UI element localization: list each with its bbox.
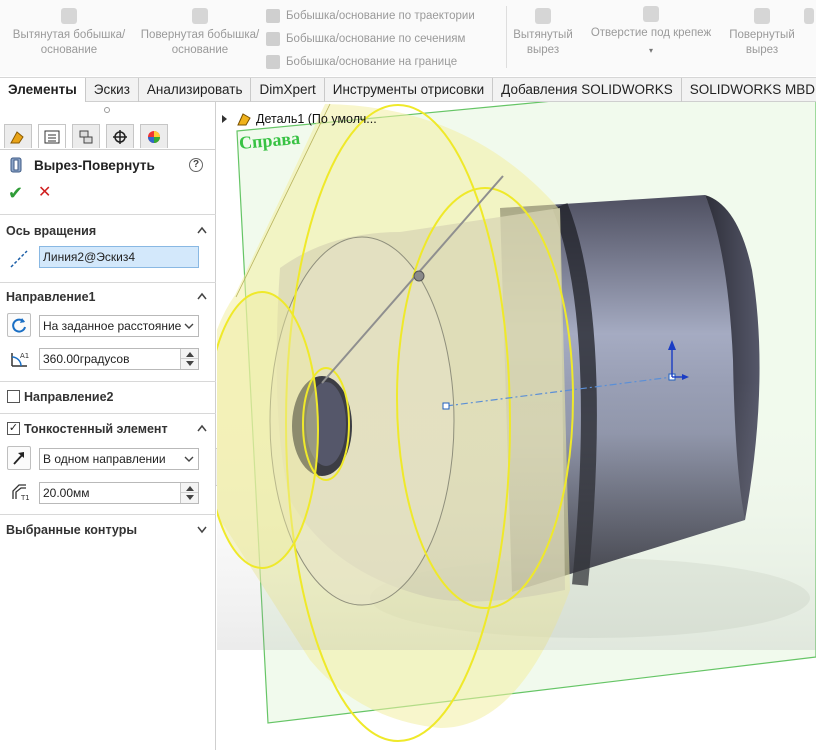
dimxpert-manager-tab[interactable] bbox=[106, 124, 134, 148]
reverse-direction-icon bbox=[12, 318, 26, 333]
axis-selection-field[interactable]: Линия2@Эскиз4 bbox=[39, 246, 199, 268]
angle-icon: A1 bbox=[11, 352, 29, 367]
model-view[interactable] bbox=[217, 102, 816, 750]
revolved-boss-button[interactable]: Повернутая бобышка/основание bbox=[137, 0, 263, 58]
axis-group-header[interactable]: Ось вращения bbox=[6, 222, 212, 240]
configuration-icon bbox=[79, 130, 93, 143]
lofted-boss-button[interactable]: Бобышка/основание по сечениям bbox=[266, 29, 465, 49]
chevron-down-icon bbox=[184, 456, 194, 462]
reverse-thin-direction-button[interactable] bbox=[7, 446, 31, 470]
collapse-chevron-icon[interactable] bbox=[196, 290, 208, 302]
hole-wizard-button[interactable]: Отверстие под крепеж ▾ bbox=[582, 0, 720, 58]
reverse-direction-button[interactable] bbox=[7, 313, 31, 337]
part-icon bbox=[237, 113, 251, 126]
group-separator bbox=[0, 514, 216, 515]
tab-sketch-tools[interactable]: Инструменты отрисовки bbox=[325, 78, 494, 102]
extruded-cut-icon bbox=[535, 8, 551, 24]
extruded-cut-button[interactable]: Вытянутый вырез bbox=[509, 0, 577, 58]
expand-chevron-icon[interactable] bbox=[196, 523, 208, 535]
tab-solidworks-addins[interactable]: Добавления SOLIDWORKS bbox=[493, 78, 682, 102]
cancel-button[interactable]: ✕ bbox=[38, 185, 51, 201]
axis-line-icon bbox=[10, 250, 28, 268]
display-manager-tab[interactable] bbox=[140, 124, 168, 148]
boundary-icon bbox=[266, 55, 280, 69]
sketch-point[interactable] bbox=[413, 270, 425, 282]
direction2-group-header: Направление2 bbox=[24, 390, 114, 404]
manager-tabs bbox=[0, 120, 216, 150]
tab-evaluate[interactable]: Анализировать bbox=[139, 78, 252, 102]
group-separator bbox=[0, 413, 216, 414]
group-separator bbox=[0, 381, 216, 382]
angle-spinner[interactable] bbox=[180, 349, 198, 369]
thickness-icon: T1 bbox=[12, 484, 30, 502]
feature-tree-flyout[interactable]: Деталь1 (По умолч... bbox=[222, 111, 377, 127]
ribbon-separator bbox=[506, 6, 507, 68]
feature-title: Вырез-Повернуть bbox=[8, 156, 155, 174]
graphics-area[interactable] bbox=[217, 102, 816, 750]
tab-dimxpert[interactable]: DimXpert bbox=[251, 78, 325, 102]
configuration-manager-tab[interactable] bbox=[72, 124, 100, 148]
property-manager: Вырез-Повернуть ? ✔ ✕ Ось вращения Линия… bbox=[0, 102, 216, 750]
sweep-icon bbox=[266, 9, 280, 23]
direction1-angle-input[interactable]: 360.00градусов bbox=[39, 348, 199, 370]
chevron-down-icon bbox=[184, 323, 194, 329]
revolved-cut-feature-icon bbox=[10, 157, 22, 173]
thickness-spinner[interactable] bbox=[180, 483, 198, 503]
crosshair-icon bbox=[113, 129, 127, 144]
thin-feature-group-header[interactable]: Тонкостенный элемент bbox=[24, 420, 212, 438]
command-ribbon: Вытянутая бобышка/основание Повернутая б… bbox=[0, 0, 816, 76]
hole-wizard-icon bbox=[643, 6, 659, 22]
thin-feature-checkbox[interactable]: ✓ bbox=[7, 422, 20, 435]
feature-manager-tab[interactable] bbox=[4, 124, 32, 148]
extrude-icon bbox=[61, 8, 77, 24]
help-icon[interactable]: ? bbox=[189, 158, 203, 172]
collapse-chevron-icon[interactable] bbox=[196, 422, 208, 434]
appearance-ball-icon bbox=[148, 130, 160, 143]
revolved-cut-icon bbox=[754, 8, 770, 24]
axis-endpoint-handle[interactable] bbox=[442, 402, 450, 410]
feature-tree-icon bbox=[10, 130, 24, 143]
loft-icon bbox=[266, 32, 280, 46]
group-separator bbox=[0, 282, 216, 283]
collapse-chevron-icon[interactable] bbox=[196, 224, 208, 236]
direction1-type-dropdown[interactable]: На заданное расстояние bbox=[39, 315, 199, 337]
direction1-group-header[interactable]: Направление1 bbox=[6, 288, 212, 306]
ok-button[interactable]: ✔ bbox=[8, 184, 23, 202]
selected-contours-group-header[interactable]: Выбранные контуры bbox=[6, 521, 212, 539]
command-manager-tabs: Элементы Эскиз Анализировать DimXpert Ин… bbox=[0, 77, 816, 102]
thin-type-dropdown[interactable]: В одном направлении bbox=[39, 448, 199, 470]
tab-sketch[interactable]: Эскиз bbox=[86, 78, 139, 102]
extruded-boss-button[interactable]: Вытянутая бобышка/основание bbox=[8, 0, 130, 58]
tab-solidworks-mbd[interactable]: SOLIDWORKS MBD bbox=[682, 78, 816, 102]
revolved-cut-button[interactable]: Повернутый вырез bbox=[722, 0, 802, 58]
panel-grip-icon[interactable] bbox=[104, 107, 110, 113]
boundary-boss-button[interactable]: Бобышка/основание на границе bbox=[266, 52, 457, 72]
diagonal-arrow-icon bbox=[13, 452, 24, 465]
group-separator bbox=[0, 214, 216, 215]
hole-wizard-dropdown-icon[interactable]: ▾ bbox=[582, 43, 720, 58]
svg-text:T1: T1 bbox=[20, 494, 30, 502]
swept-cut-icon bbox=[804, 8, 814, 24]
property-list-icon bbox=[44, 130, 60, 143]
svg-text:A1: A1 bbox=[20, 352, 29, 360]
ribbon-overflow-button[interactable] bbox=[802, 0, 816, 28]
revolve-icon bbox=[192, 8, 208, 24]
thin-thickness-input[interactable]: 20.00мм bbox=[39, 482, 199, 504]
direction2-checkbox[interactable] bbox=[7, 390, 20, 403]
expand-arrow-icon[interactable] bbox=[222, 115, 227, 123]
tab-features[interactable]: Элементы bbox=[0, 78, 86, 102]
property-manager-tab[interactable] bbox=[38, 124, 66, 148]
swept-boss-button[interactable]: Бобышка/основание по траектории bbox=[266, 6, 475, 26]
